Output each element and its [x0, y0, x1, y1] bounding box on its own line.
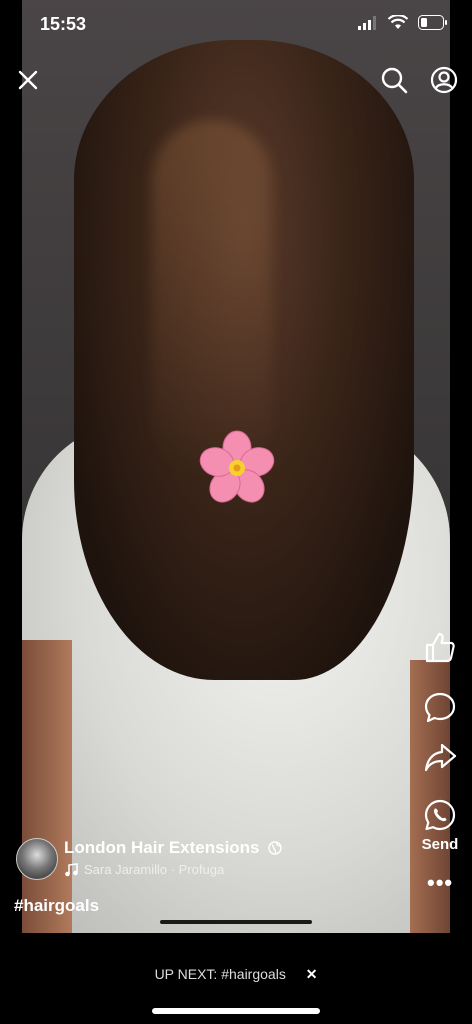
more-options-button[interactable]: ••• — [427, 872, 453, 894]
thumbs-up-icon — [425, 632, 455, 663]
search-icon — [381, 67, 408, 94]
globe-icon — [267, 841, 282, 855]
profile-icon — [430, 66, 458, 94]
flower-sticker — [199, 430, 275, 503]
home-indicator — [152, 1008, 320, 1014]
comment-button[interactable] — [418, 690, 462, 724]
avatar[interactable] — [16, 838, 58, 880]
wifi-icon — [388, 15, 408, 29]
send-button[interactable]: Send — [418, 798, 462, 853]
share-button[interactable] — [418, 740, 462, 774]
status-icons — [358, 15, 448, 30]
post-hashtag[interactable]: #hairgoals — [14, 896, 99, 916]
video-scrubber[interactable] — [160, 920, 312, 924]
page-name-row[interactable]: London Hair Extensions — [64, 838, 282, 858]
search-button[interactable] — [378, 64, 410, 96]
like-button[interactable] — [418, 630, 462, 664]
profile-button[interactable] — [428, 64, 460, 96]
battery-icon — [418, 15, 447, 30]
close-icon — [18, 70, 38, 90]
audio-attribution[interactable]: Sara Jaramillo · Profuga — [64, 862, 224, 877]
whatsapp-icon — [424, 799, 456, 831]
up-next-label[interactable]: UP NEXT: #hairgoals — [155, 966, 286, 982]
up-next-close-icon[interactable]: ✕ — [306, 966, 318, 982]
audio-track-text: Sara Jaramillo · Profuga — [84, 862, 225, 877]
page-name[interactable]: London Hair Extensions — [64, 838, 260, 858]
hair-highlight — [152, 120, 272, 480]
status-time: 15:53 — [40, 14, 87, 34]
left-arm — [22, 640, 72, 933]
share-arrow-icon — [424, 743, 457, 772]
signal-icon — [358, 15, 376, 30]
more-dots-icon: ••• — [427, 870, 454, 895]
music-note-icon — [65, 862, 78, 876]
comment-bubble-icon — [424, 692, 456, 723]
send-label: Send — [421, 836, 459, 853]
up-next-bar[interactable]: UP NEXT: #hairgoals ✕ — [0, 966, 472, 983]
close-button[interactable] — [12, 64, 44, 96]
